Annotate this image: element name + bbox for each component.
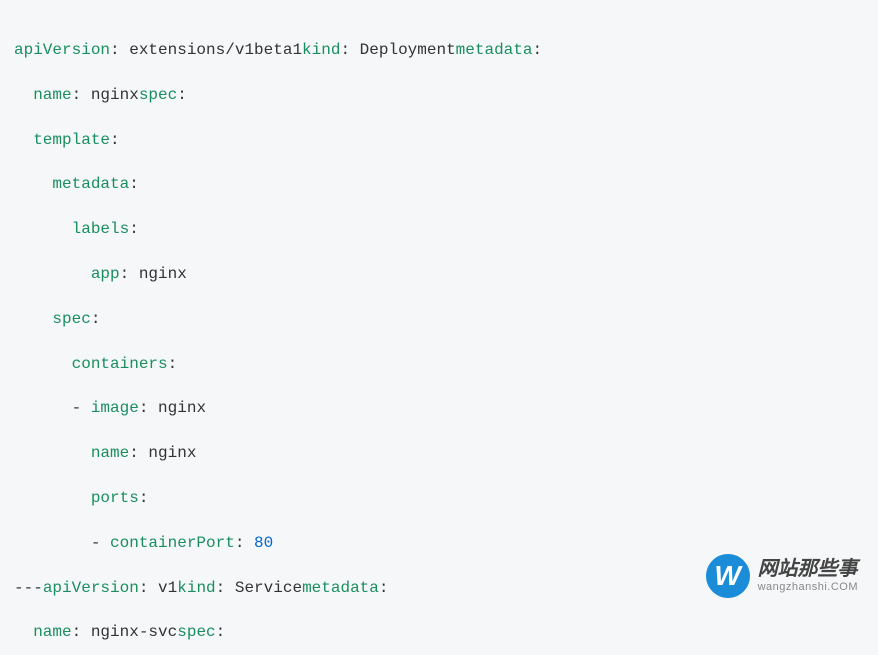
code-segment-value-text: extensions/v1beta1 <box>129 41 302 59</box>
code-segment-key: containers <box>72 355 168 373</box>
code-segment-colon: : <box>91 310 101 328</box>
code-segment-colon: : <box>129 175 139 193</box>
code-segment-key: metadata <box>456 41 533 59</box>
code-segment-colon: : <box>129 220 139 238</box>
code-segment-separator: - <box>72 399 91 417</box>
code-segment-colon: : <box>216 579 235 597</box>
code-line: - image: nginx <box>14 386 864 431</box>
code-line: app: nginx <box>14 252 864 297</box>
code-segment-colon: : <box>139 399 158 417</box>
code-segment-separator: --- <box>14 579 43 597</box>
watermark: W 网站那些事 wangzhanshi.COM <box>706 554 858 598</box>
watermark-text: 网站那些事 wangzhanshi.COM <box>758 557 858 594</box>
code-segment-key: metadata <box>302 579 379 597</box>
code-segment-key: metadata <box>52 175 129 193</box>
code-line: name: nginx <box>14 431 864 476</box>
code-segment-key: app <box>91 265 120 283</box>
code-segment-key: spec <box>52 310 90 328</box>
code-segment-key: image <box>91 399 139 417</box>
code-line: ports: <box>14 476 864 521</box>
code-segment-colon: : <box>216 623 226 641</box>
code-segment-colon: : <box>235 534 254 552</box>
code-segment-key: name <box>91 444 129 462</box>
code-segment-colon: : <box>139 579 158 597</box>
code-segment-colon: : <box>340 41 359 59</box>
code-segment-colon: : <box>120 265 139 283</box>
code-line: name: nginxspec: <box>14 73 864 118</box>
code-segment-value-text: nginx <box>139 265 187 283</box>
code-segment-separator: - <box>91 534 110 552</box>
code-line: apiVersion: extensions/v1beta1kind: Depl… <box>14 28 864 73</box>
code-segment-colon: : <box>72 86 91 104</box>
code-line: labels: <box>14 207 864 252</box>
code-line: name: nginx-svcspec: <box>14 610 864 655</box>
code-segment-key: apiVersion <box>43 579 139 597</box>
code-segment-colon: : <box>110 131 120 149</box>
code-segment-key: kind <box>302 41 340 59</box>
code-segment-key: template <box>33 131 110 149</box>
code-segment-key: kind <box>177 579 215 597</box>
code-segment-key: apiVersion <box>14 41 110 59</box>
code-segment-key: name <box>33 623 71 641</box>
code-segment-colon: : <box>139 489 149 507</box>
code-segment-value-text: nginx-svc <box>91 623 177 641</box>
code-segment-key: spec <box>139 86 177 104</box>
code-segment-colon: : <box>379 579 389 597</box>
code-segment-value-text: nginx <box>158 399 206 417</box>
code-line: spec: <box>14 297 864 342</box>
code-segment-colon: : <box>168 355 178 373</box>
code-segment-colon: : <box>110 41 129 59</box>
code-segment-colon: : <box>129 444 148 462</box>
code-segment-value-text: nginx <box>91 86 139 104</box>
code-segment-value-text: nginx <box>148 444 196 462</box>
watermark-english: wangzhanshi.COM <box>758 581 858 594</box>
code-segment-colon: : <box>532 41 542 59</box>
code-segment-colon: : <box>72 623 91 641</box>
code-segment-colon: : <box>177 86 187 104</box>
code-segment-key: ports <box>91 489 139 507</box>
code-segment-key: labels <box>72 220 130 238</box>
code-segment-key: containerPort <box>110 534 235 552</box>
code-segment-key: name <box>33 86 71 104</box>
code-line: containers: <box>14 342 864 387</box>
code-segment-value-text: Deployment <box>360 41 456 59</box>
code-segment-value-number: 80 <box>254 534 273 552</box>
watermark-icon: W <box>706 554 750 598</box>
code-segment-value-text: Service <box>235 579 302 597</box>
watermark-chinese: 网站那些事 <box>758 557 858 581</box>
code-line: template: <box>14 118 864 163</box>
code-segment-value-text: v1 <box>158 579 177 597</box>
code-segment-key: spec <box>177 623 215 641</box>
code-line: metadata: <box>14 162 864 207</box>
